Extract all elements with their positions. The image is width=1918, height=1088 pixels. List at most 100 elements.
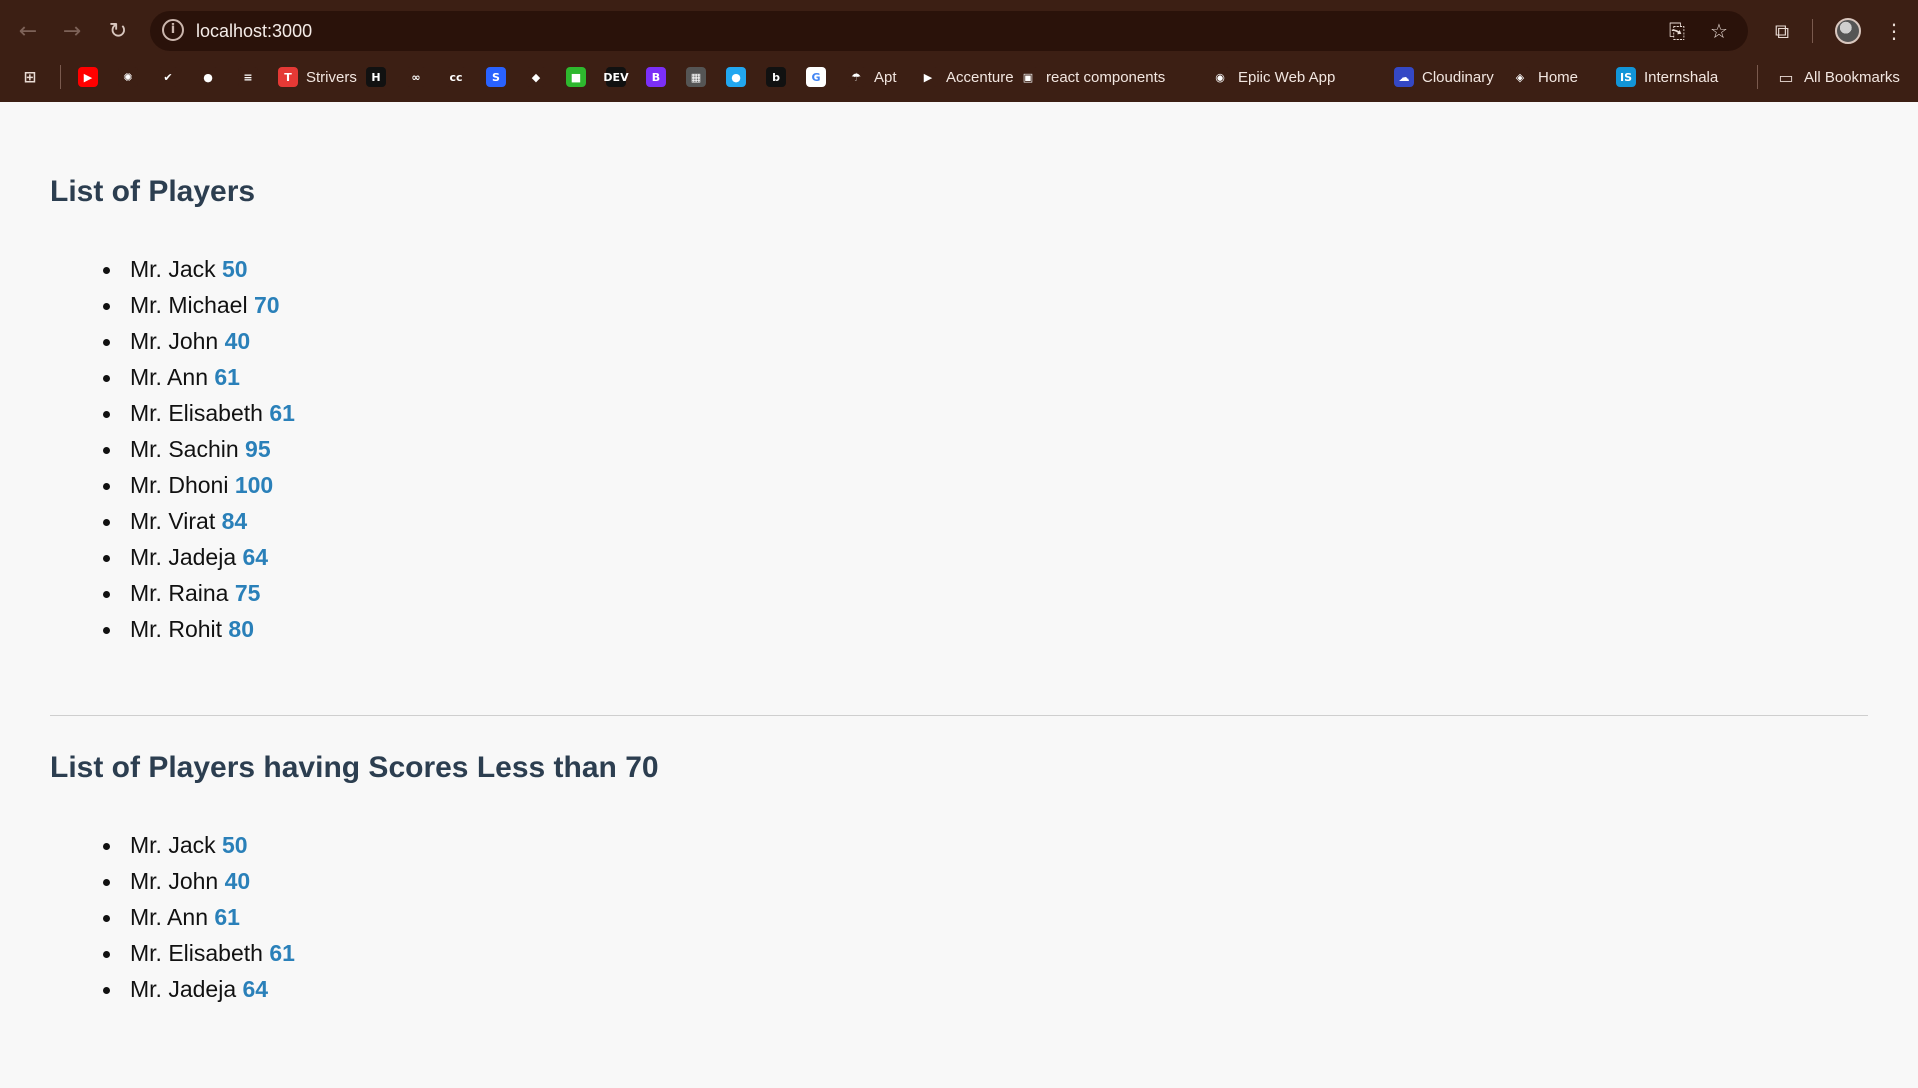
browser-chrome: ← → ↻ i localhost:3000 ⎘ ☆ ⧉ ⋮ ⊞ ▶ ✺ ✔ ● ≡ T S… bbox=[0, 0, 1918, 102]
all-bookmarks-button[interactable]: ▭ All Bookmarks bbox=[1776, 60, 1900, 94]
home-app-icon: ◈ bbox=[1510, 67, 1530, 87]
player-name: Mr. Rohit bbox=[130, 616, 223, 642]
player-item: Mr. Elisabeth 61 bbox=[103, 395, 295, 431]
bookmark-b-app[interactable]: b bbox=[766, 60, 786, 94]
player-item: Mr. John 40 bbox=[103, 323, 295, 359]
player-score: 70 bbox=[253, 292, 280, 318]
player-score: 40 bbox=[224, 328, 251, 354]
player-item: Mr. Virat 84 bbox=[103, 503, 295, 539]
player-name: Mr. Virat bbox=[130, 508, 216, 534]
back-arrow-icon[interactable]: ← bbox=[10, 8, 46, 54]
bookmark-google[interactable]: G bbox=[806, 60, 826, 94]
address-url[interactable]: localhost:3000 bbox=[196, 11, 312, 51]
chatgpt-icon: ✺ bbox=[118, 67, 138, 87]
internshala-icon: IS bbox=[1616, 67, 1636, 87]
bookmark-circle-app[interactable]: ● bbox=[726, 60, 746, 94]
bookmark-bird[interactable]: ✔ bbox=[158, 60, 178, 94]
player-item: Mr. Michael 70 bbox=[103, 287, 295, 323]
apt-icon: ☂ bbox=[846, 67, 866, 87]
bookmark-figma[interactable]: ◆ bbox=[526, 60, 546, 94]
bookmark-label: Internshala bbox=[1644, 68, 1719, 86]
kebab-menu-icon[interactable]: ⋮ bbox=[1874, 8, 1914, 54]
bookmark-chatgpt[interactable]: ✺ bbox=[118, 60, 138, 94]
player-item: Mr. Dhoni 100 bbox=[103, 467, 295, 503]
bookmark-label: Accenture bbox=[946, 68, 1014, 86]
player-score: 95 bbox=[245, 436, 271, 462]
bookmark-label: Epiic Web App bbox=[1238, 68, 1336, 86]
player-name: Mr. Ann bbox=[130, 364, 208, 390]
player-score: 64 bbox=[242, 976, 269, 1002]
address-bar[interactable]: i localhost:3000 ⎘ ☆ bbox=[150, 11, 1748, 51]
bookmark-stack[interactable]: ≡ bbox=[238, 60, 258, 94]
player-score: 50 bbox=[222, 832, 248, 858]
bookmark-home-app[interactable]: ◈ Home bbox=[1510, 60, 1578, 94]
bookmark-cloudinary[interactable]: ☁ Cloudinary bbox=[1394, 60, 1494, 94]
player-item: Mr. Ann 61 bbox=[103, 359, 295, 395]
player-name: Mr. Sachin bbox=[130, 436, 239, 462]
bookmark-bootstrap[interactable]: B bbox=[646, 60, 666, 94]
player-name: Mr. Elisabeth bbox=[130, 940, 263, 966]
bookmark-react-components[interactable]: ▣ react components bbox=[1018, 60, 1165, 94]
grid-app-icon: ▦ bbox=[686, 67, 706, 87]
extensions-puzzle-icon[interactable]: ⧉ bbox=[1762, 8, 1802, 54]
folder-icon: ▭ bbox=[1778, 67, 1794, 87]
bookmark-label: Apt bbox=[874, 68, 897, 86]
player-name: Mr. Michael bbox=[130, 292, 248, 318]
bookmark-grid-app[interactable]: ▦ bbox=[686, 60, 706, 94]
player-score: 61 bbox=[214, 904, 240, 930]
page-content: List of Players Mr. Jack 50 Mr. Michael 7… bbox=[0, 102, 1918, 1088]
player-name: Mr. Elisabeth bbox=[130, 400, 263, 426]
green-app-icon: ■ bbox=[566, 67, 586, 87]
player-score: 100 bbox=[234, 472, 274, 498]
bookmark-label: Cloudinary bbox=[1422, 68, 1494, 86]
player-name: Mr. Jack bbox=[130, 832, 216, 858]
bookmark-tuf[interactable]: T Strivers bbox=[278, 60, 357, 94]
bird-icon: ✔ bbox=[158, 67, 178, 87]
bookmark-codechef[interactable]: cc bbox=[446, 60, 466, 94]
epiic-icon: ◉ bbox=[1210, 67, 1230, 87]
install-app-icon[interactable]: ⎘ bbox=[1660, 11, 1694, 51]
player-score: 50 bbox=[222, 256, 248, 282]
toolbar-divider bbox=[1812, 19, 1813, 43]
bookmark-green-app[interactable]: ■ bbox=[566, 60, 586, 94]
apps-grid-icon[interactable]: ⊞ bbox=[20, 60, 40, 94]
player-name: Mr. Dhoni bbox=[130, 472, 229, 498]
bookmark-geeksforgeeks[interactable]: ∞ bbox=[406, 60, 426, 94]
dev-icon: DEV bbox=[603, 67, 629, 87]
player-item: Mr. Raina 75 bbox=[103, 575, 295, 611]
player-score: 64 bbox=[242, 544, 269, 570]
bookmarks-bar: ⊞ ▶ ✺ ✔ ● ≡ T Strivers H ∞ cc S ◆ ■ DEV B ▦ ● b G ☂ Apt ▶ Acce… bbox=[0, 60, 1918, 94]
bookmark-apt[interactable]: ☂ Apt bbox=[846, 60, 897, 94]
player-name: Mr. John bbox=[130, 868, 219, 894]
all-bookmarks-label: All Bookmarks bbox=[1804, 68, 1900, 86]
bookmark-hackerrank[interactable]: H bbox=[366, 60, 386, 94]
browser-toolbar: ← → ↻ i localhost:3000 ⎘ ☆ ⧉ ⋮ bbox=[0, 8, 1918, 54]
bookmark-s[interactable]: S bbox=[486, 60, 506, 94]
b-app-icon: b bbox=[766, 67, 786, 87]
bookmark-accenture[interactable]: ▶ Accenture bbox=[918, 60, 1014, 94]
player-score: 84 bbox=[221, 508, 248, 534]
player-score: 40 bbox=[224, 868, 251, 894]
player-name: Mr. Jadeja bbox=[130, 976, 237, 1002]
profile-avatar[interactable] bbox=[1828, 8, 1868, 54]
all-players-title: List of Players bbox=[50, 175, 256, 208]
s-icon: S bbox=[486, 67, 506, 87]
site-info-icon[interactable]: i bbox=[162, 19, 184, 41]
reload-icon[interactable]: ↻ bbox=[100, 8, 136, 54]
player-score: 75 bbox=[234, 580, 261, 606]
bookmark-youtube[interactable]: ▶ bbox=[78, 60, 98, 94]
player-name: Mr. John bbox=[130, 328, 219, 354]
github-icon: ● bbox=[198, 67, 218, 87]
bookmarks-divider bbox=[60, 65, 61, 89]
forward-arrow-icon[interactable]: → bbox=[54, 8, 90, 54]
low-score-players-list: Mr. Jack 50 Mr. John 40 Mr. Ann 61 Mr. Elis… bbox=[50, 827, 295, 1007]
bookmark-star-icon[interactable]: ☆ bbox=[1702, 11, 1736, 51]
player-score: 61 bbox=[269, 940, 295, 966]
hackerrank-icon: H bbox=[366, 67, 386, 87]
react-components-icon: ▣ bbox=[1018, 67, 1038, 87]
bookmark-internshala[interactable]: IS Internshala bbox=[1616, 60, 1718, 94]
all-players-list: Mr. Jack 50 Mr. Michael 70 Mr. John 40 Mr. … bbox=[50, 251, 295, 647]
bookmark-dev[interactable]: DEV bbox=[603, 60, 629, 94]
bookmark-github[interactable]: ● bbox=[198, 60, 218, 94]
bookmark-epiic[interactable]: ◉ Epiic Web App bbox=[1210, 60, 1335, 94]
